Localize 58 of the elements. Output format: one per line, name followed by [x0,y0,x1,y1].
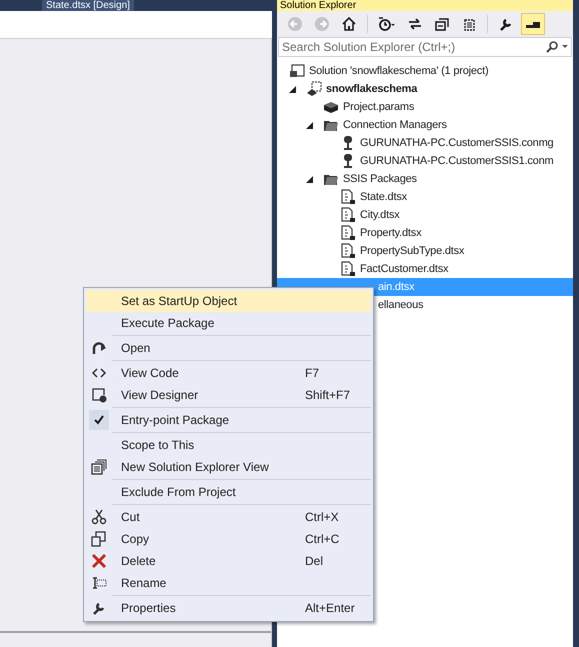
copy-icon [91,531,107,547]
menu-item[interactable]: Open [86,337,371,359]
preview-button[interactable] [521,13,545,35]
redo-arrow-icon [91,340,107,356]
tree-item[interactable]: Project.params [277,98,573,116]
menu-item[interactable]: Exclude From Project [86,481,371,503]
menu-item[interactable]: Rename [86,572,371,594]
package-icon [340,207,356,223]
expander-icon[interactable] [289,86,296,92]
rename-icon [91,575,107,591]
delete-icon [91,553,107,569]
wrench-icon [91,600,107,616]
menu-item[interactable]: Delete Del [86,550,371,572]
menu-item[interactable]: Copy Ctrl+C [86,528,371,550]
tree-item[interactable]: snowflakeschema [277,80,573,98]
panel-title: Solution Explorer [277,0,573,11]
search-field[interactable]: Search Solution Explorer (Ctrl+;) [278,37,572,57]
expander-icon[interactable] [306,176,313,182]
menu-item[interactable]: Properties Alt+Enter [86,597,371,619]
tree-item[interactable]: GURUNATHA-PC.CustomerSSIS1.conm [277,152,573,170]
back-icon [287,16,303,32]
menu-item[interactable]: Set as StartUp Object [86,290,371,312]
package-icon [340,261,356,277]
tree-item[interactable]: Connection Managers [277,116,573,134]
package-icon [340,243,356,259]
sync-icon [407,16,423,32]
tree-item[interactable]: Solution 'snowflakeschema' (1 project) [277,62,573,80]
scissors-icon [91,509,107,525]
menu-item[interactable]: Execute Package [86,312,371,334]
menu-item[interactable]: New Solution Explorer View [86,456,371,478]
designer-icon [91,387,107,403]
document-tab[interactable]: State.dtsx [Design] [42,0,134,11]
tree-item[interactable]: SSIS Packages [277,170,573,188]
wrench-icon [498,16,514,32]
solution-icon [289,63,305,79]
home-icon [341,16,357,32]
menu-item[interactable]: Entry-point Package [86,409,371,431]
expander-icon[interactable] [306,122,313,128]
params-icon [323,99,339,115]
history-icon [378,16,396,32]
menu-item[interactable]: View Code F7 [86,362,371,384]
collapse-icon [434,16,450,32]
tree-item[interactable]: City.dtsx [277,206,573,224]
menu-item[interactable]: View Designer Shift+F7 [86,384,371,406]
tree-item[interactable]: State.dtsx [277,188,573,206]
menu-item[interactable]: Cut Ctrl+X [86,506,371,528]
search-icon [546,41,558,53]
forward-icon [314,16,330,32]
package-icon [340,189,356,205]
menu-item[interactable]: Scope to This [86,434,371,456]
caret-icon [562,45,568,49]
tree-item[interactable]: FactCustomer.dtsx [277,260,573,278]
tree-item[interactable]: GURUNATHA-PC.CustomerSSIS.conmg [277,134,573,152]
tree-item[interactable]: PropertySubType.dtsx [277,242,573,260]
windows-icon [91,459,107,475]
tree-item[interactable]: Property.dtsx [277,224,573,242]
project-icon [306,81,322,97]
package-icon [340,225,356,241]
